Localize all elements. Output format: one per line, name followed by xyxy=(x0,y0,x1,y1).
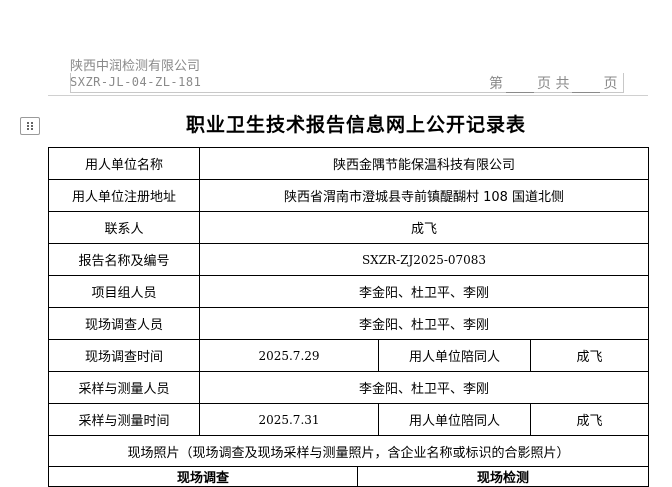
sampling-time-label: 采样与测量时间 xyxy=(48,403,200,436)
report-no-label: 报告名称及编号 xyxy=(48,243,200,276)
survey-time-label: 现场调查时间 xyxy=(48,339,200,372)
sampling-staff-label: 采样与测量人员 xyxy=(48,371,200,404)
survey-staff-value: 李金阳、杜卫平、李刚 xyxy=(198,307,650,340)
contact-value: 成飞 xyxy=(198,211,650,244)
sampling-companion-value: 成飞 xyxy=(529,403,650,436)
table-row: 采样与测量时间 2025.7.31 用人单位陪同人 成飞 xyxy=(48,403,650,436)
photos-testing-column: 现场检测 xyxy=(356,466,650,487)
sampling-time-value: 2025.7.31 xyxy=(199,403,379,436)
photos-header: 现场照片（现场调查及现场采样与测量照片，含企业名称或标识的合影照片） xyxy=(47,435,650,467)
table-row: 现场调查时间 2025.7.29 用人单位陪同人 成飞 xyxy=(48,339,650,372)
page-prefix: 第 xyxy=(489,76,503,92)
sampling-companion-label: 用人单位陪同人 xyxy=(378,403,531,436)
sampling-staff-value: 李金阳、杜卫平、李刚 xyxy=(198,371,650,404)
page-total-blank xyxy=(572,78,601,93)
team-value: 李金阳、杜卫平、李刚 xyxy=(198,275,650,308)
table-row: 现场照片（现场调查及现场采样与测量照片，含企业名称或标识的合影照片） xyxy=(47,435,650,467)
header-doc-code: SXZR-JL-04-ZL-181 xyxy=(70,75,202,89)
page-suffix: 页 xyxy=(603,76,618,92)
survey-companion-value: 成飞 xyxy=(529,339,650,372)
table-row: 用人单位名称 陕西金隅节能保温科技有限公司 xyxy=(48,147,650,180)
page-mid: 页 共 xyxy=(537,76,570,92)
table-row: 联系人 成飞 xyxy=(48,211,650,244)
contact-label: 联系人 xyxy=(48,211,200,244)
page-number-blank xyxy=(506,78,534,93)
employer-name-value: 陕西金隅节能保温科技有限公司 xyxy=(198,147,650,180)
table-row: 用人单位注册地址 陕西省渭南市澄城县寺前镇醍醐村 108 国道北侧 xyxy=(48,179,650,212)
page-title: 职业卫生技术报告信息网上公开记录表 xyxy=(185,114,526,136)
table-row: 现场调查 现场检测 xyxy=(48,466,650,487)
survey-time-value: 2025.7.29 xyxy=(199,339,379,372)
record-table: 用人单位名称 陕西金隅节能保温科技有限公司 用人单位注册地址 陕西省渭南市澄城县… xyxy=(47,147,650,487)
survey-staff-label: 现场调查人员 xyxy=(48,307,200,340)
employer-address-label: 用人单位注册地址 xyxy=(48,179,200,212)
employer-name-label: 用人单位名称 xyxy=(48,147,200,180)
table-row: 项目组人员 李金阳、杜卫平、李刚 xyxy=(48,275,650,308)
team-label: 项目组人员 xyxy=(48,275,200,308)
survey-companion-label: 用人单位陪同人 xyxy=(378,339,531,372)
report-no-value: SXZR-ZJ2025-07083 xyxy=(198,243,650,276)
header-rule xyxy=(48,95,648,96)
table-row: 采样与测量人员 李金阳、杜卫平、李刚 xyxy=(48,371,650,404)
photos-survey-column: 现场调查 xyxy=(48,466,358,487)
employer-address-value: 陕西省渭南市澄城县寺前镇醍醐村 108 国道北侧 xyxy=(198,179,650,212)
header-company-name: 陕西中润检测有限公司 xyxy=(70,59,201,74)
table-row: 现场调查人员 李金阳、杜卫平、李刚 xyxy=(48,307,650,340)
table-row: 报告名称及编号 SXZR-ZJ2025-07083 xyxy=(48,243,650,276)
header-page-counter: 第 页 共 页 xyxy=(488,73,618,93)
